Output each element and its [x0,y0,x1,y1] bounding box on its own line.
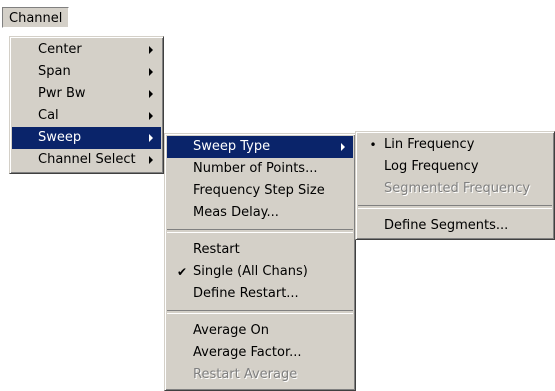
submenu-arrow-icon [149,156,153,164]
menu-item-label: Restart Average [193,367,298,382]
menu-item-lin-frequency[interactable]: • Lin Frequency [358,134,552,156]
menu-item-channel-select[interactable]: Channel Select [12,149,161,171]
menu-item-label: Meas Delay... [193,205,279,220]
menu-item-label: Span [38,64,71,79]
menu-item-label: Pwr Bw [38,86,86,101]
menu-item-label: Average Factor... [193,345,302,360]
channel-menu: Center Span Pwr Bw Cal Sweep Channel Sel… [9,36,164,174]
menu-item-label: Lin Frequency [384,137,475,152]
sweep-type-menu: • Lin Frequency Log Frequency Segmented … [355,131,555,240]
menu-item-segmented-frequency: Segmented Frequency [358,178,552,200]
menu-item-define-segments[interactable]: Define Segments... [358,215,552,237]
menu-item-number-of-points[interactable]: Number of Points... [167,158,353,180]
sweep-menu: Sweep Type Number of Points... Frequency… [164,133,356,391]
menu-item-label: Restart [193,242,240,257]
menu-item-pwr-bw[interactable]: Pwr Bw [12,83,161,105]
menu-item-define-restart[interactable]: Define Restart... [167,283,353,305]
menu-item-restart-average: Restart Average [167,364,353,386]
menu-separator [167,310,353,314]
menu-item-label: Single (All Chans) [193,264,308,279]
menu-item-restart[interactable]: Restart [167,239,353,261]
menu-item-average-factor[interactable]: Average Factor... [167,342,353,364]
checkmark-icon: ✔ [176,265,188,279]
menubar-channel[interactable]: Channel [2,7,70,28]
menu-item-label: Channel Select [38,152,136,167]
bullet-icon: • [369,138,377,152]
menu-separator [167,229,353,233]
menu-item-span[interactable]: Span [12,61,161,83]
menu-item-label: Frequency Step Size [193,183,325,198]
menubar-channel-label: Channel [9,11,63,26]
menu-item-label: Average On [193,323,269,338]
menu-item-label: Define Segments... [384,218,509,233]
menu-item-log-frequency[interactable]: Log Frequency [358,156,552,178]
submenu-arrow-icon [149,112,153,120]
submenu-arrow-icon [149,68,153,76]
submenu-arrow-icon [341,143,345,151]
menu-item-sweep[interactable]: Sweep [12,127,161,149]
menu-item-label: Log Frequency [384,159,479,174]
menu-item-sweep-type[interactable]: Sweep Type [167,136,353,158]
menu-item-meas-delay[interactable]: Meas Delay... [167,202,353,224]
menu-item-label: Center [38,42,82,57]
menu-item-frequency-step-size[interactable]: Frequency Step Size [167,180,353,202]
menu-item-label: Sweep [38,130,82,145]
submenu-arrow-icon [149,90,153,98]
menu-item-label: Define Restart... [193,286,299,301]
submenu-arrow-icon [149,46,153,54]
menu-item-center[interactable]: Center [12,39,161,61]
menu-item-label: Number of Points... [193,161,318,176]
menu-item-cal[interactable]: Cal [12,105,161,127]
menu-item-average-on[interactable]: Average On [167,320,353,342]
menu-item-label: Segmented Frequency [384,181,531,196]
menu-item-label: Sweep Type [193,139,271,154]
submenu-arrow-icon [149,134,153,142]
menu-item-label: Cal [38,108,59,123]
menu-separator [358,205,552,209]
menu-item-single-all-chans[interactable]: ✔ Single (All Chans) [167,261,353,283]
